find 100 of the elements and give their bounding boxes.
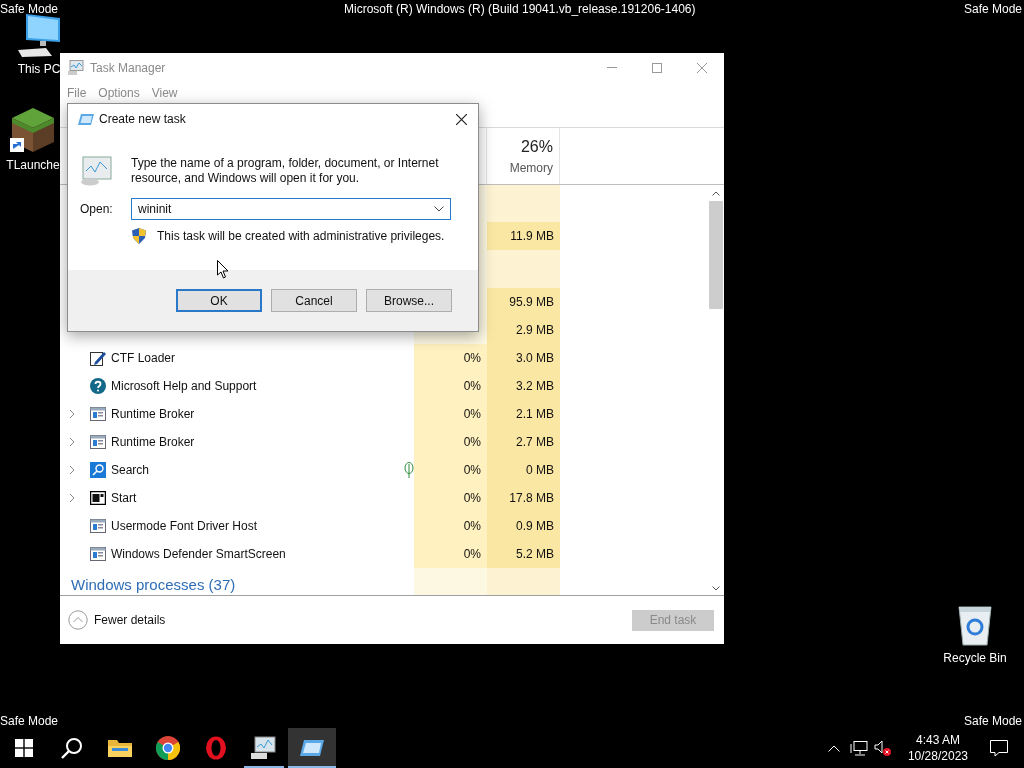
cpu-value: 0%: [463, 546, 481, 563]
process-row[interactable]: Usermode Font Driver Host 0% 0.9 MB: [60, 512, 708, 540]
dropdown-caret-icon: [434, 206, 444, 212]
shield-icon: [132, 228, 146, 244]
dialog-button[interactable]: OK: [176, 289, 262, 312]
chevron-up-icon[interactable]: [827, 744, 840, 752]
monitor-chart-icon: [251, 736, 277, 760]
scroll-thumb[interactable]: [709, 201, 723, 309]
desktop-icon-label[interactable]: This PC: [17, 60, 61, 78]
process-name: Search: [111, 463, 150, 477]
menu-item[interactable]: View: [151, 83, 178, 102]
notification-icon[interactable]: [990, 739, 1008, 757]
close-icon: [696, 62, 707, 73]
process-row[interactable]: CTF Loader 0% 3.0 MB: [60, 344, 708, 372]
memory-value: 17.8 MB: [509, 490, 554, 507]
windows-logo-icon: [15, 739, 33, 757]
computer-chart-icon: [80, 156, 112, 186]
fewer-details-button[interactable]: Fewer details: [68, 610, 166, 630]
process-name: Usermode Font Driver Host: [111, 519, 258, 533]
desktop-icon-label[interactable]: Recycle Bin: [943, 649, 1007, 667]
chevron-right-icon[interactable]: [69, 493, 75, 503]
process-name: Windows Defender SmartScreen: [111, 547, 286, 561]
minimize-icon: [606, 67, 617, 68]
memory-value: 95.9 MB: [509, 294, 554, 311]
pen-icon: [89, 350, 106, 366]
search-icon: [61, 737, 83, 759]
memory-value: 2.1 MB: [516, 406, 554, 423]
process-name: CTF Loader: [111, 351, 176, 365]
cpu-value: 0%: [463, 350, 481, 367]
process-name: Microsoft Help and Support: [111, 379, 257, 393]
memory-value: 11.9 MB: [510, 228, 554, 245]
scroll-up-icon[interactable]: [712, 191, 720, 196]
process-row[interactable]: Windows Defender SmartScreen 0% 5.2 MB: [60, 540, 708, 568]
open-label: Open:: [80, 201, 114, 218]
browser-ring-icon: [156, 736, 180, 760]
memory-value: 5.2 MB: [516, 546, 554, 563]
safe-mode-label: Safe Mode: [963, 1, 1022, 18]
close-icon: [455, 113, 467, 125]
chevron-right-icon[interactable]: [69, 465, 75, 475]
window-title: Task Manager: [90, 59, 166, 77]
menu-item[interactable]: File: [67, 83, 87, 102]
recycle-bin-icon: [955, 603, 995, 647]
memory-value: 3.0 MB: [516, 350, 554, 367]
grass-block-icon: [10, 106, 56, 154]
window-icon: [89, 547, 106, 561]
safe-mode-label: Safe Mode: [963, 713, 1022, 730]
process-row[interactable]: Start 0% 17.8 MB: [60, 484, 708, 512]
speaker-muted-icon[interactable]: [873, 740, 892, 756]
computer-icon: [16, 12, 62, 58]
memory-value: 0 MB: [526, 462, 554, 479]
window-icon: [89, 407, 106, 421]
dialog-title: Create new task: [99, 111, 186, 128]
cpu-value: 0%: [463, 434, 481, 451]
network-icon[interactable]: [849, 740, 868, 756]
memory-value: 2.9 MB: [516, 322, 554, 339]
run-window-icon: [78, 112, 94, 126]
chevron-up-circle-icon: [68, 610, 88, 630]
folder-icon: [108, 738, 132, 758]
process-row[interactable]: Runtime Broker 0% 2.7 MB: [60, 428, 708, 456]
process-row[interactable]: Runtime Broker 0% 2.1 MB: [60, 400, 708, 428]
help-icon: [89, 378, 106, 394]
start-window-icon: [89, 491, 106, 505]
memory-value: 3.2 MB: [516, 378, 554, 395]
taskbar-button[interactable]: [288, 728, 336, 768]
menu-item[interactable]: Options: [98, 83, 140, 102]
memory-value: 2.7 MB: [516, 434, 554, 451]
instruction-text: Type the name of a program, folder, document, or Internet resource, and Windows will open it for you.: [131, 156, 440, 186]
cpu-value: 0%: [463, 490, 481, 507]
cpu-value: 0%: [463, 406, 481, 423]
process-row[interactable]: Microsoft Help and Support 0% 3.2 MB: [60, 372, 708, 400]
chevron-right-icon[interactable]: [69, 409, 75, 419]
build-info-label: Microsoft (R) Windows (R) (Build 19041.vb_release.191206-1406): [344, 1, 696, 18]
mouse-pointer-icon: [217, 260, 229, 279]
dialog-button[interactable]: Cancel: [271, 289, 357, 312]
maximize-icon: [651, 62, 662, 73]
clock[interactable]: 4:43 AM 10/28/2023: [901, 732, 974, 764]
memory-percent: 26%: [520, 137, 553, 157]
process-name: Start: [111, 491, 137, 505]
ring-o-icon: [205, 736, 227, 760]
cpu-value: 0%: [463, 378, 481, 395]
group-heading: Windows processes (37): [71, 576, 236, 594]
safe-mode-label: Safe Mode: [0, 1, 59, 18]
process-name: Runtime Broker: [111, 407, 195, 421]
admin-note: This task will be created with administrative privileges.: [157, 228, 445, 245]
cpu-value: 0%: [463, 518, 481, 535]
window-icon: [89, 435, 106, 449]
open-combo-field[interactable]: wininit: [131, 198, 451, 220]
desktop-icon-label[interactable]: TLaunche: [6, 156, 60, 174]
dialog-button[interactable]: Browse...: [366, 289, 452, 312]
run-window-icon: [300, 738, 324, 758]
cpu-value: 0%: [463, 462, 481, 479]
scroll-down-icon[interactable]: [712, 586, 720, 591]
chevron-right-icon[interactable]: [69, 437, 75, 447]
search-icon: [89, 462, 106, 478]
window-icon: [89, 519, 106, 533]
process-name: Runtime Broker: [111, 435, 195, 449]
monitor-chart-icon: [68, 60, 84, 75]
memory-value: 0.9 MB: [516, 518, 554, 535]
column-header[interactable]: Memory: [509, 159, 553, 177]
safe-mode-label: Safe Mode: [0, 713, 59, 730]
